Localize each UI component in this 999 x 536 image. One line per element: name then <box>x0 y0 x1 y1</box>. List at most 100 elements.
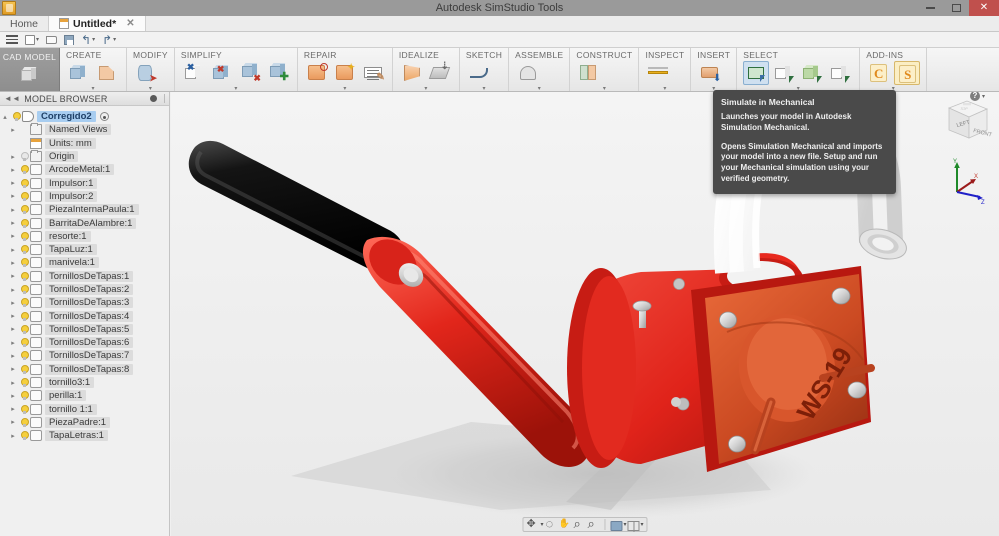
undo-button[interactable]: ↰ ▾ <box>79 33 97 47</box>
sketch-spline-button[interactable] <box>466 61 492 85</box>
save-button[interactable] <box>62 33 76 47</box>
tab-close-icon[interactable]: ✕ <box>126 18 134 29</box>
active-component-icon[interactable] <box>99 112 109 122</box>
display-icon[interactable] <box>610 520 623 531</box>
cad-model-icon[interactable] <box>17 63 43 87</box>
visibility-bulb-icon[interactable] <box>18 324 29 335</box>
measure-button[interactable] <box>645 61 671 85</box>
visibility-bulb-icon[interactable] <box>18 231 29 242</box>
minimize-button[interactable] <box>917 0 943 16</box>
close-button[interactable]: ✕ <box>969 0 999 16</box>
tree-node[interactable]: ▸ PiezaPadre:1 <box>0 416 169 429</box>
visibility-bulb-icon[interactable] <box>18 151 29 162</box>
zoom-in-icon[interactable] <box>572 516 585 532</box>
expand-arrow-icon[interactable]: ▸ <box>8 179 18 187</box>
create-surface-button[interactable] <box>94 61 120 85</box>
tree-node[interactable]: ▸ BarritaDeAlambre:1 <box>0 216 169 229</box>
visibility-bulb-icon[interactable] <box>18 204 29 215</box>
chevron-down-icon[interactable]: ▾ <box>570 85 638 92</box>
expand-arrow-icon[interactable]: ▸ <box>8 299 18 307</box>
chevron-down-icon[interactable]: ▾ <box>127 85 174 92</box>
expand-arrow-icon[interactable]: ▸ <box>8 352 18 360</box>
visibility-bulb-icon[interactable] <box>18 337 29 348</box>
expand-arrow-icon[interactable]: ▸ <box>8 126 18 134</box>
tree-node[interactable]: ▸ Named Views <box>0 123 169 136</box>
visibility-bulb-icon[interactable] <box>18 191 29 202</box>
chevron-down-icon[interactable]: ▾ <box>175 85 297 92</box>
tree-node[interactable]: ▸ manivela:1 <box>0 256 169 269</box>
grid-icon[interactable] <box>627 520 640 532</box>
expand-arrow-icon[interactable]: ▸ <box>8 246 18 254</box>
tree-node[interactable]: ▸ ArcodeMetal:1 <box>0 163 169 176</box>
visibility-bulb-icon[interactable] <box>18 377 29 388</box>
nav-grid-group[interactable]: ▾ <box>627 519 644 532</box>
expand-arrow-icon[interactable]: ▸ <box>8 379 18 387</box>
app-menu-button[interactable] <box>4 33 20 47</box>
chevron-down-icon[interactable]: ▾ <box>460 85 508 92</box>
expand-arrow-icon[interactable]: ▸ <box>8 272 18 280</box>
tree-node[interactable]: ▸ tornillo3:1 <box>0 376 169 389</box>
select-body-button[interactable] <box>799 61 825 85</box>
visibility-bulb-icon[interactable] <box>18 311 29 322</box>
chevron-down-icon[interactable]: ▾ <box>623 521 626 528</box>
expand-arrow-icon[interactable]: ▸ <box>8 325 18 333</box>
visibility-bulb-icon[interactable] <box>18 297 29 308</box>
visibility-bulb-icon[interactable] <box>10 111 21 122</box>
construct-plane-button[interactable] <box>576 61 602 85</box>
find-problems-button[interactable] <box>304 61 330 85</box>
midsurface-button[interactable] <box>399 61 425 85</box>
select-edge-button[interactable] <box>827 61 853 85</box>
tree-node[interactable]: ▸ TornillosDeTapas:4 <box>0 309 169 322</box>
zoom-fit-icon[interactable] <box>586 516 599 532</box>
chevron-down-icon[interactable]: ▾ <box>540 521 543 528</box>
tree-node[interactable]: ▸ perilla:1 <box>0 389 169 402</box>
tree-node[interactable]: ▸ Impulsor:1 <box>0 176 169 189</box>
expand-arrow-icon[interactable]: ▸ <box>8 418 18 426</box>
expand-arrow-icon[interactable]: ▸ <box>8 286 18 294</box>
repair-report-button[interactable]: ✎ <box>360 61 386 85</box>
expand-arrow-icon[interactable]: ▸ <box>8 405 18 413</box>
chevron-down-icon[interactable]: ▾ <box>509 85 569 92</box>
visibility-bulb-icon[interactable] <box>18 284 29 295</box>
tree-node[interactable]: ▸ TornillosDeTapas:8 <box>0 363 169 376</box>
chevron-down-icon[interactable]: ▾ <box>298 85 392 92</box>
visibility-bulb-icon[interactable] <box>18 178 29 189</box>
visibility-bulb-icon[interactable] <box>18 430 29 441</box>
tree-node[interactable]: ▸ Impulsor:2 <box>0 190 169 203</box>
expand-arrow-icon[interactable]: ▸ <box>8 312 18 320</box>
visibility-bulb-icon[interactable] <box>18 404 29 415</box>
simulate-cfd-button[interactable]: C <box>866 61 892 85</box>
add-detail-button[interactable]: ✚ <box>265 61 291 85</box>
expand-arrow-icon[interactable]: ▸ <box>8 365 18 373</box>
modify-body-button[interactable]: ➤ <box>133 61 159 85</box>
tree-node[interactable]: ▸ TornillosDeTapas:2 <box>0 283 169 296</box>
expand-arrow-icon[interactable]: ▴ <box>0 113 10 121</box>
expand-arrow-icon[interactable]: ▸ <box>8 192 18 200</box>
visibility-bulb-icon[interactable] <box>18 417 29 428</box>
select-face-button[interactable] <box>771 61 797 85</box>
visibility-bulb-icon[interactable] <box>18 271 29 282</box>
assemble-parts-button[interactable] <box>515 61 541 85</box>
tree-node[interactable]: ▸ TornillosDeTapas:6 <box>0 336 169 349</box>
tree-node[interactable]: Units: mm <box>0 137 169 150</box>
redo-button[interactable]: ↱ ▾ <box>100 33 118 47</box>
expand-arrow-icon[interactable]: ▸ <box>8 392 18 400</box>
tree-node[interactable]: ▸ TornillosDeTapas:7 <box>0 349 169 362</box>
visibility-bulb-icon[interactable] <box>18 364 29 375</box>
expand-arrow-icon[interactable]: ▸ <box>8 153 18 161</box>
nav-display-group[interactable]: ▾ <box>610 519 627 531</box>
tree-node[interactable]: ▸ PiezaInternaPaula:1 <box>0 203 169 216</box>
ribbon-group-cad-model[interactable]: CAD MODEL <box>0 48 60 91</box>
insert-component-button[interactable]: ⬇ <box>697 61 723 85</box>
pan-icon[interactable] <box>526 517 539 531</box>
open-button[interactable] <box>44 33 59 47</box>
tree-node[interactable]: ▸ TapaLetras:1 <box>0 429 169 442</box>
hand-icon[interactable] <box>558 518 571 531</box>
expand-arrow-icon[interactable]: ▸ <box>8 206 18 214</box>
expand-arrow-icon[interactable]: ▸ <box>8 339 18 347</box>
nav-pan-group[interactable]: ▾ <box>526 517 543 531</box>
browser-options-icon[interactable] <box>150 95 157 102</box>
expand-arrow-icon[interactable]: ▸ <box>8 259 18 267</box>
collapse-panel-icon[interactable]: ◄◄ <box>4 94 20 103</box>
remove-detail-button[interactable]: ✖ <box>237 61 263 85</box>
